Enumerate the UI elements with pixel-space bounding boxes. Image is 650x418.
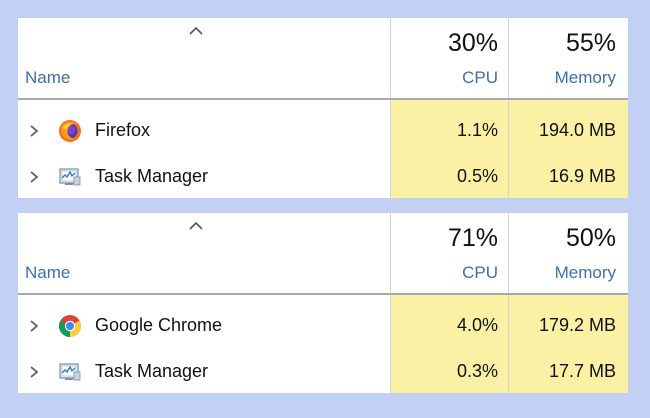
cpu-total-percent: 30% (447, 29, 498, 57)
table-row[interactable]: Google Chrome 4.0% 179.2 MB (18, 306, 628, 346)
process-name: Firefox (95, 120, 151, 140)
process-name: Task Manager (95, 361, 209, 381)
memory-value: 16.9 MB (548, 166, 616, 186)
task-manager-icon (59, 168, 81, 186)
memory-value: 194.0 MB (538, 120, 616, 140)
table-header: Name 30% 55% CPU Memory (18, 18, 628, 100)
chevron-right-icon[interactable] (28, 365, 40, 379)
process-table-firefox: Name 30% 55% CPU Memory Firefox 1.1% 194… (18, 18, 628, 198)
process-name: Google Chrome (95, 315, 223, 335)
memory-column-header[interactable]: Memory (506, 68, 616, 88)
memory-value: 17.7 MB (548, 361, 616, 381)
memory-column-header[interactable]: Memory (506, 263, 616, 283)
cpu-column-header[interactable]: CPU (388, 263, 498, 283)
cpu-column-header[interactable]: CPU (388, 68, 498, 88)
table-row[interactable]: Task Manager 0.5% 16.9 MB (18, 157, 628, 197)
table-header: Name 71% 50% CPU Memory (18, 213, 628, 295)
task-manager-icon (59, 363, 81, 381)
name-column-header[interactable]: Name (25, 263, 70, 283)
name-column-header[interactable]: Name (25, 68, 70, 88)
firefox-icon (59, 120, 81, 142)
cpu-value: 0.3% (456, 361, 498, 381)
chevron-right-icon[interactable] (28, 124, 40, 138)
memory-total-percent: 50% (565, 224, 616, 252)
cpu-value: 4.0% (456, 315, 498, 335)
sort-up-icon[interactable] (188, 219, 204, 233)
cpu-value: 0.5% (456, 166, 498, 186)
process-table-chrome: Name 71% 50% CPU Memory Google Chrome 4.… (18, 213, 628, 393)
table-row[interactable]: Firefox 1.1% 194.0 MB (18, 111, 628, 151)
cpu-total-percent: 71% (447, 224, 498, 252)
memory-total-percent: 55% (565, 29, 616, 57)
chevron-right-icon[interactable] (28, 319, 40, 333)
table-row[interactable]: Task Manager 0.3% 17.7 MB (18, 352, 628, 392)
sort-up-icon[interactable] (188, 24, 204, 38)
memory-value: 179.2 MB (538, 315, 616, 335)
chevron-right-icon[interactable] (28, 170, 40, 184)
process-name: Task Manager (95, 166, 209, 186)
chrome-icon (59, 315, 81, 337)
cpu-value: 1.1% (456, 120, 498, 140)
